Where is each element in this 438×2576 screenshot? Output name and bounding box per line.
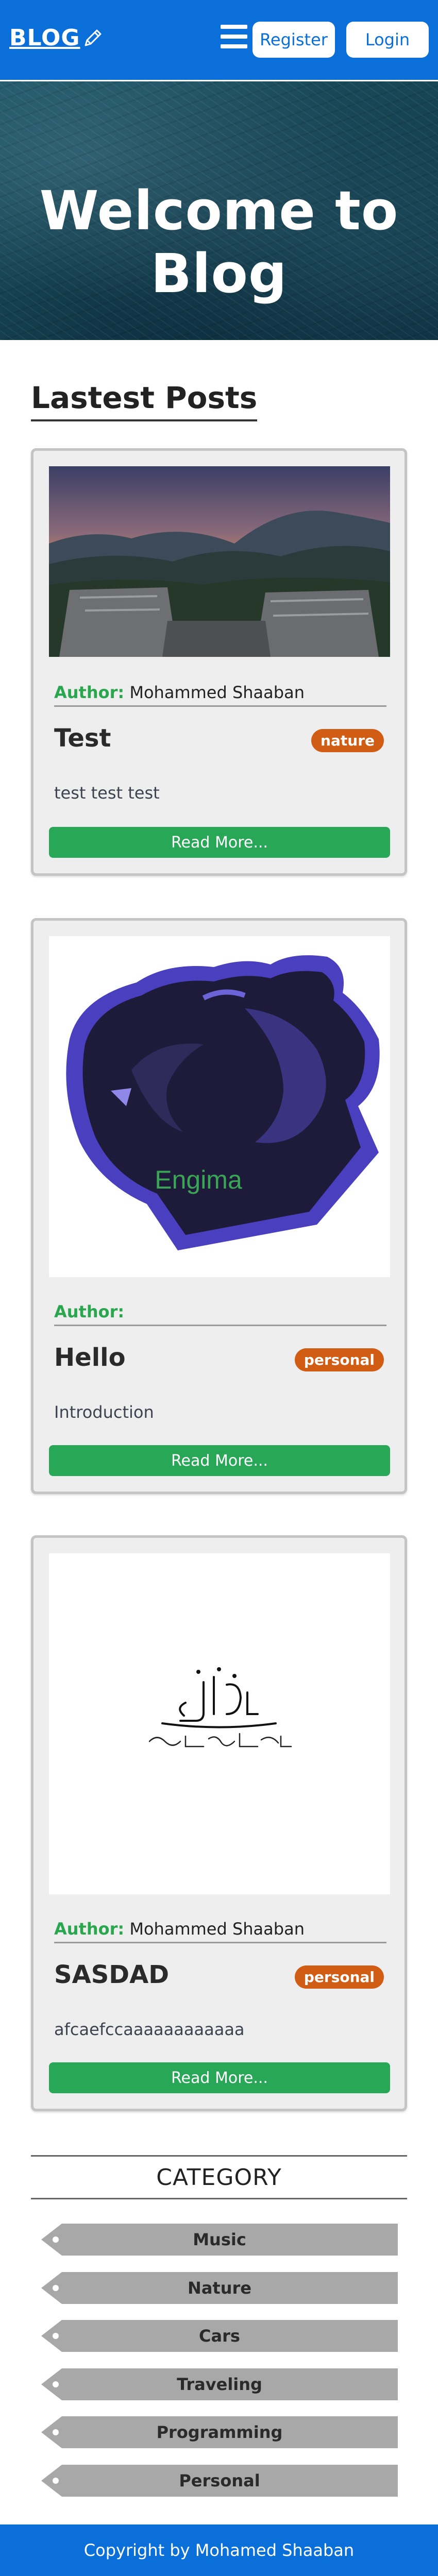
- logo-text[interactable]: BLOG: [9, 25, 80, 51]
- author-name: Mohammed Shaaban: [129, 1919, 305, 1939]
- tag-hole-icon: [53, 2285, 59, 2291]
- tag-hole-icon: [53, 2236, 59, 2243]
- hero-title: Welcome to Blog: [39, 179, 399, 305]
- tag-hole-icon: [53, 2333, 59, 2339]
- post-description: test test test: [54, 783, 160, 803]
- latest-posts-heading: Lastest Posts: [31, 380, 258, 421]
- post-title: Test: [54, 724, 111, 753]
- category-label: Programming: [156, 2422, 283, 2442]
- category-item-traveling[interactable]: Traveling: [41, 2368, 398, 2400]
- register-button[interactable]: Register: [252, 22, 335, 58]
- post-title: SASDAD: [54, 1960, 170, 1989]
- hero-banner: Welcome to Blog: [0, 81, 438, 340]
- category-badge[interactable]: personal: [294, 1348, 384, 1371]
- hamburger-icon[interactable]: [221, 25, 247, 48]
- site-logo[interactable]: BLOG: [9, 25, 103, 51]
- post-card: Author: Mohammed Shaaban Test nature tes…: [31, 448, 407, 876]
- category-item-nature[interactable]: Nature: [41, 2272, 398, 2304]
- author-label: Author:: [54, 1302, 125, 1321]
- post-author: Author: Mohammed Shaaban: [54, 1919, 386, 1943]
- post-author: Author: Mohammed Shaaban: [54, 683, 386, 707]
- category-label: Personal: [179, 2471, 260, 2490]
- category-label: Cars: [199, 2326, 240, 2346]
- post-title: Hello: [54, 1343, 126, 1372]
- author-label: Author:: [54, 1919, 125, 1939]
- post-card: Author: Mohammed Shaaban SASDAD personal…: [31, 1535, 407, 2111]
- site-footer: Copyright by Mohamed Shaaban: [0, 2524, 438, 2576]
- pencil-icon: [85, 29, 102, 46]
- mountain-sunset-image: [49, 466, 390, 657]
- category-badge[interactable]: personal: [294, 1965, 384, 1989]
- site-header: BLOG Register Login: [0, 0, 438, 81]
- arabic-calligraphy-image: [49, 1553, 390, 1894]
- copyright-text: Copyright by Mohamed Shaaban: [83, 2540, 355, 2560]
- category-label: Nature: [188, 2278, 251, 2298]
- category-label: Music: [193, 2230, 246, 2249]
- engima-panther-logo-image: Engima: [49, 936, 390, 1277]
- post-description: afcaefccaaaaaaaaaaaa: [54, 2020, 245, 2039]
- read-more-button[interactable]: Read More...: [49, 1445, 390, 1476]
- category-label: Traveling: [177, 2375, 262, 2394]
- post-card: Engima Author: Hello personal Introducti…: [31, 918, 407, 1494]
- login-button[interactable]: Login: [346, 22, 429, 58]
- category-item-personal[interactable]: Personal: [41, 2465, 398, 2497]
- post-description: Introduction: [54, 1402, 154, 1422]
- tag-hole-icon: [53, 2478, 59, 2484]
- post-author: Author:: [54, 1302, 386, 1326]
- engima-logo-text: Engima: [155, 1165, 242, 1194]
- author-label: Author:: [54, 683, 125, 702]
- post-image: Engima: [49, 936, 390, 1277]
- author-name: Mohammed Shaaban: [129, 683, 305, 702]
- category-heading: CATEGORY: [31, 2155, 407, 2199]
- post-image: [49, 466, 390, 657]
- category-item-cars[interactable]: Cars: [41, 2320, 398, 2352]
- post-image: [49, 1553, 390, 1894]
- read-more-button[interactable]: Read More...: [49, 827, 390, 858]
- tag-hole-icon: [53, 2381, 59, 2387]
- category-item-music[interactable]: Music: [41, 2224, 398, 2256]
- read-more-button[interactable]: Read More...: [49, 2062, 390, 2093]
- tag-hole-icon: [53, 2429, 59, 2435]
- category-badge[interactable]: nature: [311, 729, 384, 752]
- category-item-programming[interactable]: Programming: [41, 2416, 398, 2448]
